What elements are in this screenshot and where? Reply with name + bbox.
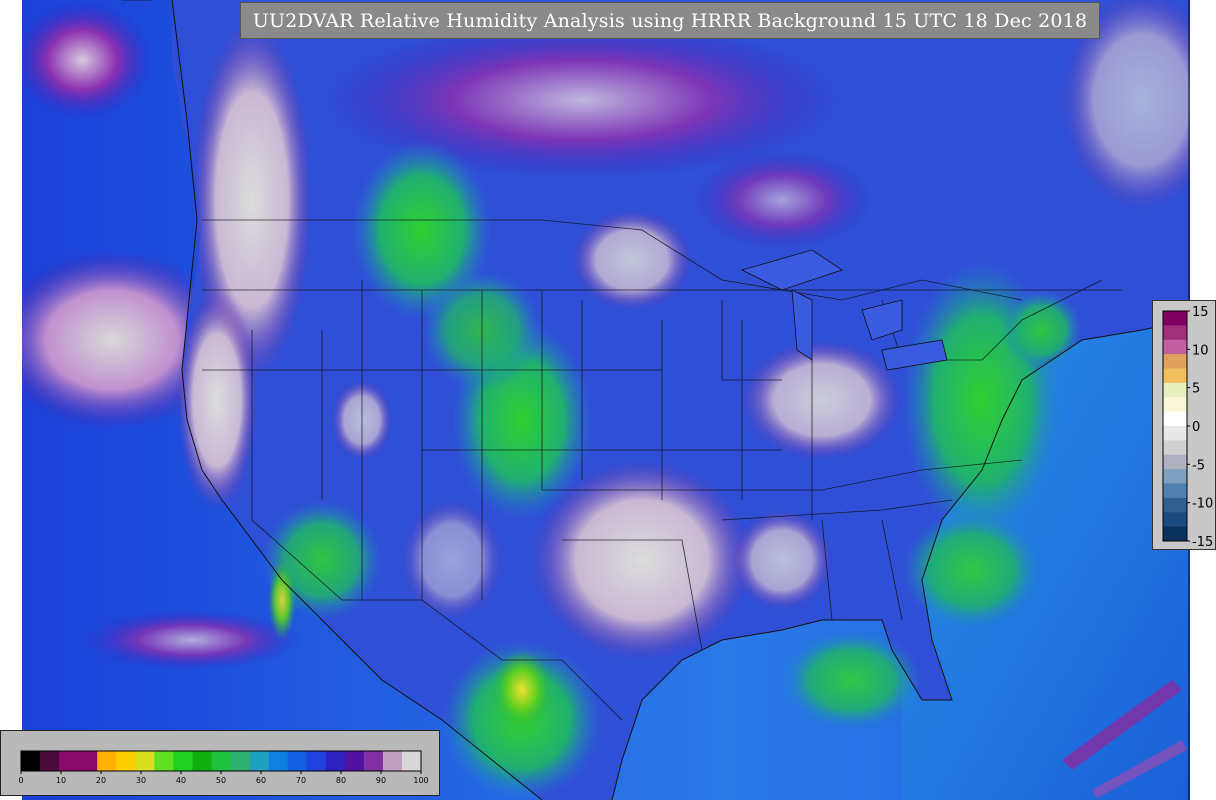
rh-colorbar-segment bbox=[97, 751, 117, 771]
rh-colorbar-segment bbox=[154, 751, 174, 771]
increment-colorbar-segment bbox=[1163, 512, 1187, 528]
increment-colorbar-tick-label: 5 bbox=[1192, 382, 1200, 397]
rh-colorbar-segment bbox=[382, 751, 403, 771]
increment-colorbar-segment bbox=[1163, 454, 1187, 470]
rh-colorbar-segment bbox=[78, 751, 98, 771]
increment-colorbar-segment bbox=[1163, 411, 1187, 427]
rh-colorbar-tick-label: 100 bbox=[413, 776, 428, 785]
increment-colorbar-segment bbox=[1163, 483, 1187, 499]
rh-colorbar-tick-label: 80 bbox=[336, 776, 346, 785]
increment-colorbar-segment bbox=[1163, 382, 1187, 398]
increment-colorbar-tick-label: -10 bbox=[1192, 497, 1213, 512]
increment-colorbar-tick-label: -5 bbox=[1192, 458, 1205, 473]
increment-colorbar-segment bbox=[1163, 368, 1187, 384]
increment-colorbar-segment bbox=[1163, 426, 1187, 441]
rh-colorbar-tick-label: 90 bbox=[376, 776, 386, 785]
increment-colorbar-segment bbox=[1163, 311, 1187, 326]
map-title: UU2DVAR Relative Humidity Analysis using… bbox=[240, 2, 1100, 39]
increment-colorbar: 15 10 5 0 -5 -10 -15 bbox=[1162, 305, 1213, 550]
rh-colorbar-segment bbox=[192, 751, 212, 771]
rh-colorbar-segment bbox=[363, 751, 384, 771]
increment-colorbar-legend: 15 10 5 0 -5 -10 -15 bbox=[1152, 300, 1216, 550]
rh-colorbar-segment bbox=[59, 751, 79, 771]
rh-colorbar-segment bbox=[325, 751, 346, 771]
increment-colorbar-segment bbox=[1163, 354, 1187, 369]
increment-colorbar-tick-label: 15 bbox=[1192, 305, 1209, 320]
rh-colorbar-segment bbox=[116, 751, 136, 771]
rh-colorbar-segment bbox=[249, 751, 270, 771]
rh-colorbar-segment bbox=[306, 751, 327, 771]
rh-colorbar-tick-label: 30 bbox=[136, 776, 146, 785]
rh-colorbar-segment bbox=[401, 751, 422, 771]
rh-colorbar-segment bbox=[21, 751, 41, 771]
increment-colorbar-tick-label: 10 bbox=[1192, 343, 1209, 358]
rh-colorbar-segment bbox=[211, 751, 232, 771]
increment-colorbar-segment bbox=[1163, 339, 1187, 355]
increment-colorbar-tick-label: -15 bbox=[1192, 535, 1213, 550]
rh-colorbar-tick-label: 0 bbox=[18, 776, 23, 785]
rh-colorbar-tick-label: 70 bbox=[296, 776, 306, 785]
increment-colorbar-segment bbox=[1163, 325, 1187, 341]
rh-colorbar-segment bbox=[230, 751, 251, 771]
increment-colorbar-segment bbox=[1163, 397, 1187, 413]
rh-colorbar-legend: 0 10 20 30 40 50 60 70 80 90 100 bbox=[0, 730, 440, 796]
rh-colorbar-segment bbox=[40, 751, 60, 771]
increment-colorbar-segment bbox=[1163, 469, 1187, 484]
rh-colorbar-tick-label: 50 bbox=[216, 776, 226, 785]
rh-colorbar-tick-label: 20 bbox=[96, 776, 106, 785]
rh-colorbar-segment bbox=[344, 751, 365, 771]
rh-colorbar: 0 10 20 30 40 50 60 70 80 90 100 bbox=[18, 750, 429, 785]
map-title-text: UU2DVAR Relative Humidity Analysis using… bbox=[252, 9, 1088, 32]
increment-colorbar-segment bbox=[1163, 440, 1187, 456]
rh-colorbar-segment bbox=[287, 751, 308, 771]
rh-colorbar-tick-label: 40 bbox=[176, 776, 186, 785]
rh-analysis-map bbox=[22, 0, 1190, 800]
increment-colorbar-segment bbox=[1163, 497, 1187, 513]
rh-colorbar-tick-label: 10 bbox=[56, 776, 66, 785]
increment-colorbar-tick-label: 0 bbox=[1192, 420, 1200, 435]
increment-colorbar-segment bbox=[1163, 526, 1187, 542]
rh-colorbar-segment bbox=[173, 751, 193, 771]
rh-colorbar-segment bbox=[268, 751, 289, 771]
rh-colorbar-tick-label: 60 bbox=[256, 776, 266, 785]
rh-colorbar-segment bbox=[135, 751, 155, 771]
